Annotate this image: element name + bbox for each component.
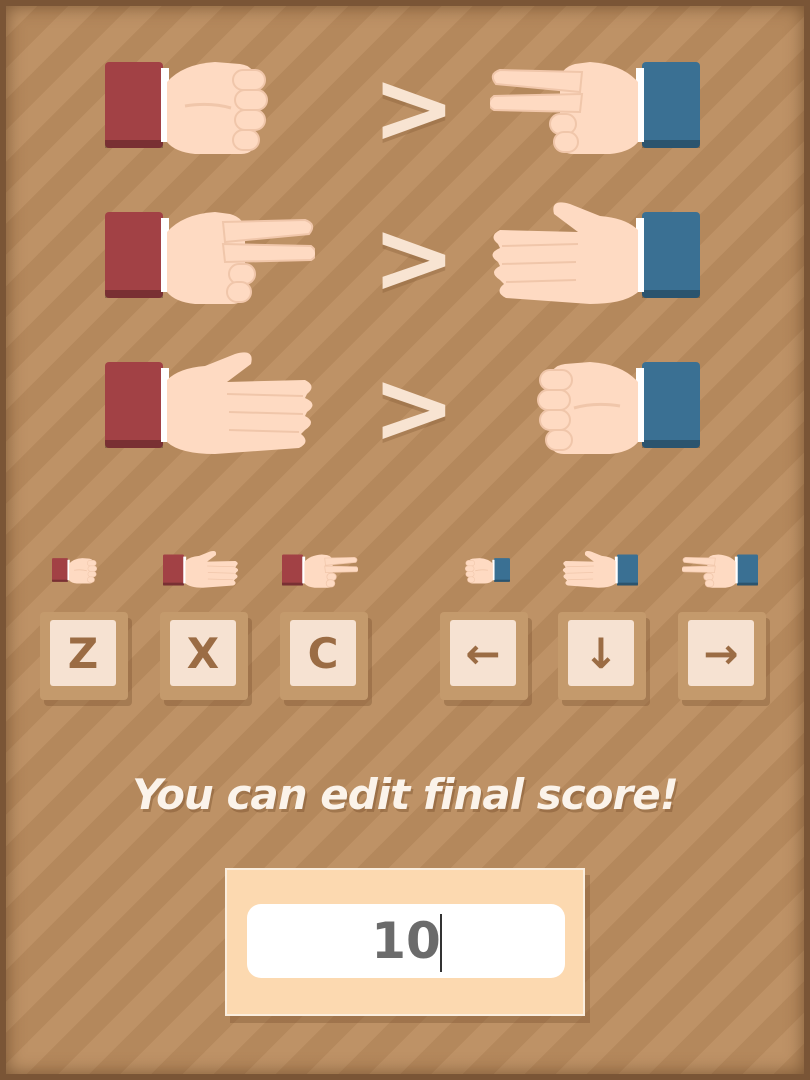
beats-symbol: > xyxy=(372,199,456,316)
edit-score-caption: You can edit final score! xyxy=(132,770,679,819)
text-caret xyxy=(440,914,442,972)
x-key: X xyxy=(160,612,248,700)
right-arrow-key: → xyxy=(678,612,766,700)
c-key-label: C xyxy=(290,620,356,686)
beats-symbol: > xyxy=(372,49,456,166)
rule-row-paper-beats-rock: > xyxy=(0,350,810,460)
final-score-panel xyxy=(225,868,585,1016)
c-key: C xyxy=(280,612,368,700)
arrow-down-icon: ↓ xyxy=(568,620,634,686)
beats-symbol: > xyxy=(372,349,456,466)
player1-rock-hand-icon xyxy=(105,50,315,160)
final-score-input[interactable] xyxy=(247,904,565,978)
arrow-left-icon: ← xyxy=(450,620,516,686)
z-key-rock-icon xyxy=(52,550,110,590)
down-key-paper-icon xyxy=(562,550,638,590)
left-key-rock-icon xyxy=(452,550,510,590)
player2-paper-hand-icon xyxy=(490,200,700,310)
x-key-label: X xyxy=(170,620,236,686)
x-key-paper-icon xyxy=(163,550,239,590)
player1-paper-hand-icon xyxy=(105,350,315,460)
rule-row-rock-beats-scissors: > xyxy=(0,50,810,160)
arrow-right-icon: → xyxy=(688,620,754,686)
right-key-scissors-icon xyxy=(682,550,758,590)
down-arrow-key: ↓ xyxy=(558,612,646,700)
z-key-label: Z xyxy=(50,620,116,686)
c-key-scissors-icon xyxy=(282,550,358,590)
z-key: Z xyxy=(40,612,128,700)
player1-scissors-hand-icon xyxy=(105,200,315,310)
player2-scissors-hand-icon xyxy=(490,50,700,160)
left-arrow-key: ← xyxy=(440,612,528,700)
rule-row-scissors-beats-paper: > xyxy=(0,200,810,310)
player2-rock-hand-icon xyxy=(490,350,700,460)
